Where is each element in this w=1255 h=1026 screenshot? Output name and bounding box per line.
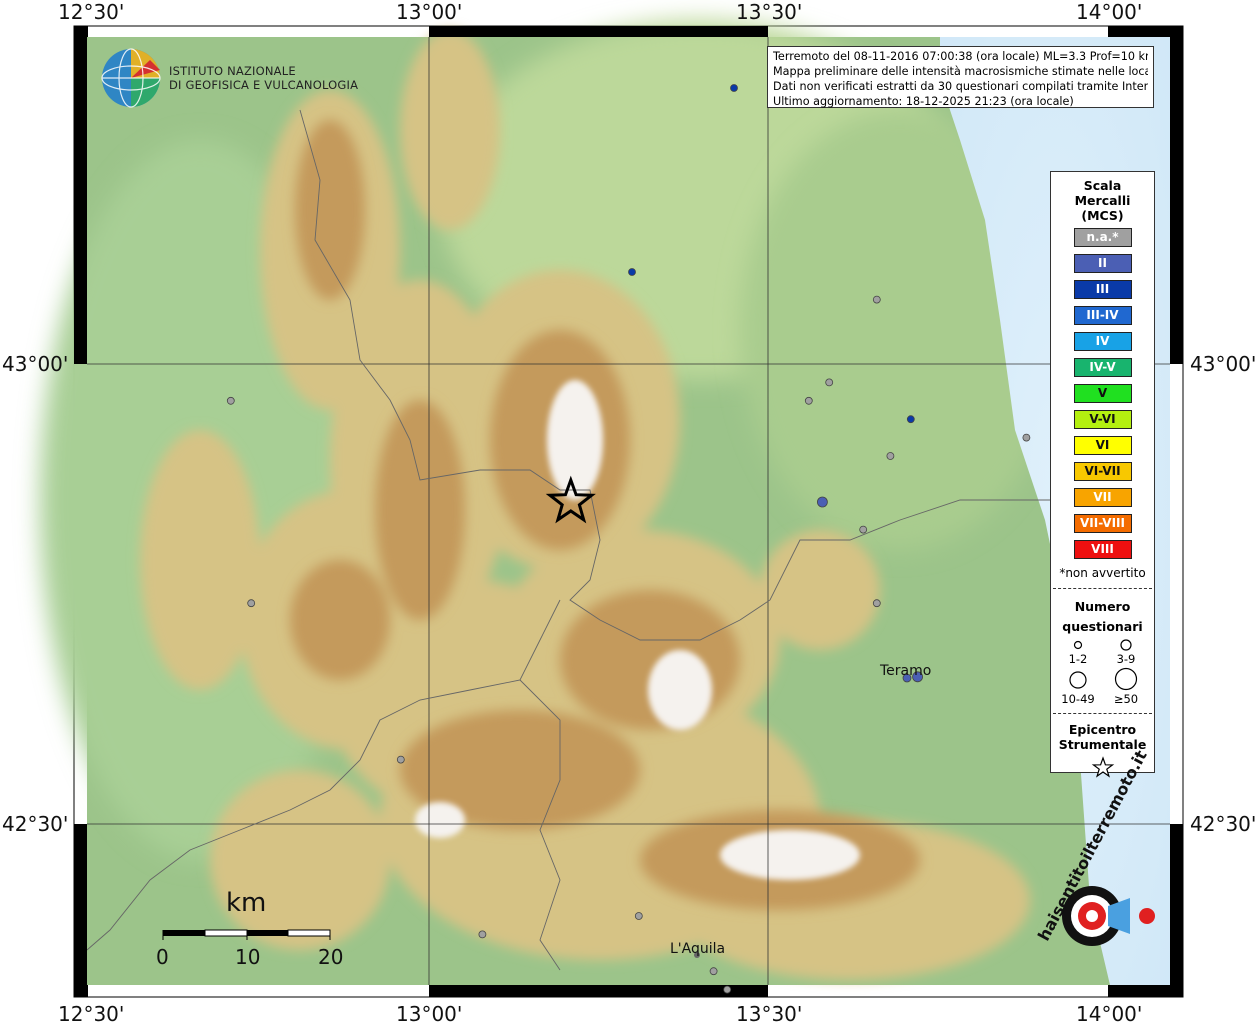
legend-swatch: VII-VIII [1073,514,1132,533]
intensity-point [226,396,235,405]
legend-swatch: n.a.* [1073,228,1132,247]
info-line-4: Ultimo aggiornamento: 18-12-2025 21:23 (… [773,95,1074,108]
count-label-3: 10-49 [1061,692,1094,706]
ingv-logo-icon [101,48,161,108]
intensity-point [817,496,828,508]
intensity-point [634,912,643,920]
intensity-point [1022,433,1031,442]
coord-top-4: 14°00' [1076,0,1143,24]
coord-left-1: 43°00' [2,352,69,376]
coord-top-2: 13°00' [396,0,463,24]
intensity-point [886,452,895,460]
scale-tick-0: 0 [156,945,169,969]
count-label-2: 3-9 [1117,652,1136,666]
scale-tick-20: 20 [318,945,344,969]
legend-swatch: III [1073,280,1132,299]
count-label-1: 1-2 [1069,652,1088,666]
intensity-point [730,84,738,92]
intensity-point [478,930,487,939]
count-symbol-1 [1073,640,1083,650]
epi-title: Epicentro Strumentale [1051,722,1154,752]
epi-title-1: Epicentro [1068,722,1137,737]
intensity-point [872,599,881,608]
city-teramo: Teramo [880,663,932,679]
intensity-point [859,525,868,534]
count-symbols: 1-2 3-9 10-49 ≥50 [1061,639,1138,706]
legend-swatch: V-VI [1073,410,1132,429]
legend-divider [1053,588,1152,589]
intensity-point [872,295,881,304]
info-line-3: Dati non verificati estratti da 30 quest… [773,80,1148,93]
count-label-4: ≥50 [1114,692,1138,706]
coord-bottom-2: 13°00' [396,1002,463,1026]
coord-bottom-4: 14°00' [1076,1002,1143,1026]
info-line-2: Mappa preliminare delle intensità macros… [773,65,1148,78]
legend-swatch: II [1073,254,1132,273]
coord-bottom-1: 12°30' [58,1002,125,1026]
intensity-point [825,378,834,387]
scale-tick-10: 10 [235,945,261,969]
scale-unit: km [226,888,267,918]
legend-swatch: V [1073,384,1132,403]
coord-left-2: 42°30' [2,812,69,836]
legend-swatches: n.a.* II III III-IV IV IV-V V V-VI VI VI-VII VII VI… [1051,228,1154,559]
coord-top-3: 13°30' [736,0,803,24]
legend-panel: Scala Mercalli (MCS) n.a.* II III III-IV IV I… [1050,171,1155,778]
legend-note: *non avvertito [1059,566,1146,580]
intensity-point [709,967,718,976]
intensity-point [804,396,813,405]
legend-swatch: VI-VII [1073,462,1132,481]
ingv-line-2: DI GEOFISICA E VULCANOLOGIA [169,78,359,92]
ingv-logo-text: ISTITUTO NAZIONALE DI GEOFISICA E VULCAN… [169,64,358,92]
city-aquila: L'Aquila [670,941,726,957]
legend-swatch: VII [1073,488,1132,507]
count-symbol-4 [1114,667,1138,691]
coord-top-1: 12°30' [58,0,125,24]
terrain-relief [40,20,1170,985]
coord-bottom-3: 13°30' [736,1002,803,1026]
ingv-line-1: ISTITUTO NAZIONALE [169,64,296,78]
legend-swatch: III-IV [1073,306,1132,325]
intensity-point [723,985,732,994]
count-symbol-2 [1120,639,1132,651]
legend-swatch: IV-V [1073,358,1132,377]
coord-right-1: 43°00' [1190,352,1255,376]
count-symbol-3 [1069,671,1087,689]
count-title: Numero questionari [1051,597,1154,637]
info-line-1: Terremoto del 08-11-2016 07:00:38 (ora l… [773,50,1148,63]
legend-swatch: VI [1073,436,1132,455]
legend-title-2: Mercalli [1074,193,1131,208]
legend-title-3: (MCS) [1081,208,1124,223]
legend-swatch: VIII [1073,540,1132,559]
coord-right-2: 42°30' [1190,812,1255,836]
info-box: Terremoto del 08-11-2016 07:00:38 (ora l… [767,46,1154,108]
intensity-point [396,755,405,764]
intensity-point [906,415,915,424]
legend-swatch: IV [1073,332,1132,351]
intensity-point [247,599,256,608]
star-icon [1091,756,1115,778]
count-title-1: Numero [1074,599,1131,614]
count-title-2: questionari [1062,619,1143,634]
legend-title-1: Scala [1083,178,1122,193]
legend-title: Scala Mercalli (MCS) [1051,178,1154,223]
intensity-point [628,268,636,276]
legend-divider-2 [1053,713,1152,714]
